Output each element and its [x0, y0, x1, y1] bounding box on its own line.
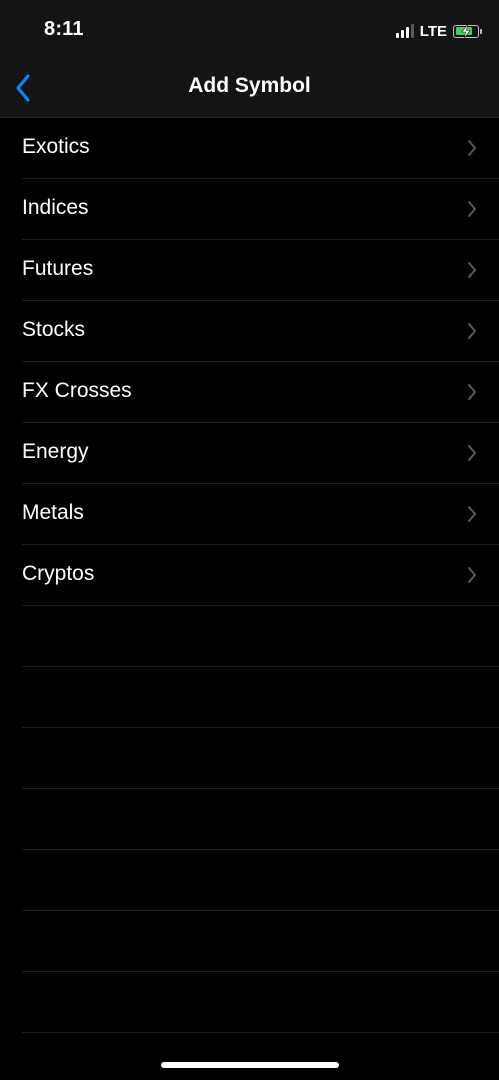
list-item-metals[interactable]: Metals: [0, 484, 499, 545]
list-item-indices[interactable]: Indices: [0, 179, 499, 240]
empty-row: [0, 850, 499, 911]
list-item-cryptos[interactable]: Cryptos: [0, 545, 499, 606]
chevron-right-icon: [468, 201, 476, 217]
list-item-exotics[interactable]: Exotics: [0, 118, 499, 179]
chevron-right-icon: [468, 140, 476, 156]
screen: 8:11 LTE Add Symbol Exotics Indices Futu…: [0, 0, 499, 1080]
chevron-right-icon: [468, 323, 476, 339]
page-title: Add Symbol: [188, 74, 311, 97]
charging-bolt-icon: [461, 24, 471, 38]
empty-row: [0, 789, 499, 850]
list-item-label: Exotics: [22, 135, 90, 158]
list-item-label: FX Crosses: [22, 379, 132, 402]
list-item-futures[interactable]: Futures: [0, 240, 499, 301]
empty-row: [0, 606, 499, 667]
list-item-label: Cryptos: [22, 562, 95, 585]
list-item-stocks[interactable]: Stocks: [0, 301, 499, 362]
list-item-label: Metals: [22, 501, 84, 524]
home-indicator[interactable]: [161, 1062, 339, 1068]
chevron-right-icon: [468, 384, 476, 400]
status-time: 8:11: [44, 18, 84, 40]
signal-icon: [395, 24, 414, 38]
empty-row: [0, 667, 499, 728]
list-item-label: Stocks: [22, 318, 86, 341]
list-item-label: Futures: [22, 257, 94, 280]
chevron-right-icon: [468, 506, 476, 522]
top-bar: 8:11 LTE Add Symbol: [0, 0, 499, 118]
separator: [22, 1032, 499, 1033]
empty-row: [0, 972, 499, 1033]
status-indicators: LTE: [395, 20, 482, 42]
battery-icon: [453, 24, 482, 38]
list-item-energy[interactable]: Energy: [0, 423, 499, 484]
list-item-fx-crosses[interactable]: FX Crosses: [0, 362, 499, 423]
chevron-right-icon: [468, 445, 476, 461]
network-type: LTE: [419, 22, 447, 40]
list-item-label: Indices: [22, 196, 89, 219]
chevron-right-icon: [468, 567, 476, 583]
empty-row: [0, 728, 499, 789]
chevron-right-icon: [468, 262, 476, 278]
empty-row: [0, 911, 499, 972]
list-item-label: Energy: [22, 440, 89, 463]
category-list: Exotics Indices Futures Stocks FX Crosse…: [0, 118, 499, 1033]
